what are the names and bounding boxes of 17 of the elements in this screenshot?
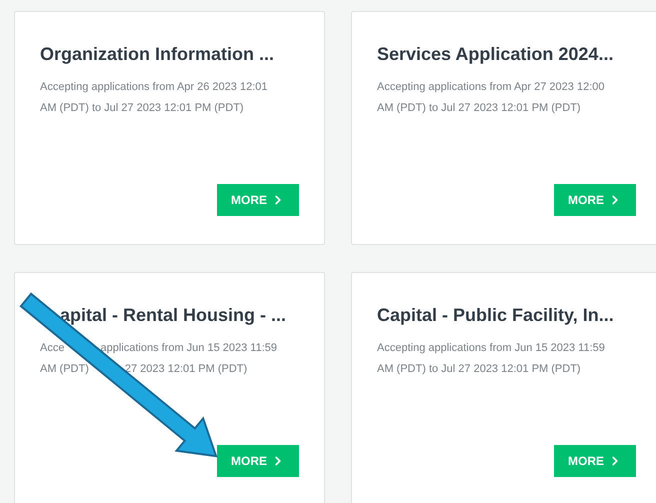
- card-description: Acce: [40, 341, 64, 356]
- card-description: Accepting applications from Apr 27 2023 12:00: [377, 80, 604, 95]
- card-description: AM (PDT) to Jul 27 2023 12:01 PM (PDT): [377, 362, 581, 377]
- more-button[interactable]: MORE: [217, 445, 299, 477]
- card-title: apital - Rental Housing - ...: [60, 304, 286, 327]
- more-button[interactable]: MORE: [217, 184, 299, 216]
- card-description: Accepting applications from Apr 26 2023 12:01: [40, 80, 268, 95]
- more-button[interactable]: MORE: [554, 445, 636, 477]
- more-button[interactable]: MORE: [554, 184, 636, 216]
- card-description: AM (PDT) to Jul 27 2023 12:01 PM (PDT): [377, 101, 581, 116]
- card-description: AM (PDT): [40, 362, 89, 377]
- card-description: Accepting applications from Jun 15 2023 11:59: [377, 341, 605, 356]
- card-description: AM (PDT) to Jul 27 2023 12:01 PM (PDT): [40, 101, 244, 116]
- card-title: Organization Information ...: [40, 43, 274, 66]
- card-description: applications from Jun 15 2023 11:59: [100, 341, 277, 356]
- card-title: Services Application 2024...: [377, 43, 614, 66]
- card-title: Capital - Public Facility, In...: [377, 304, 614, 327]
